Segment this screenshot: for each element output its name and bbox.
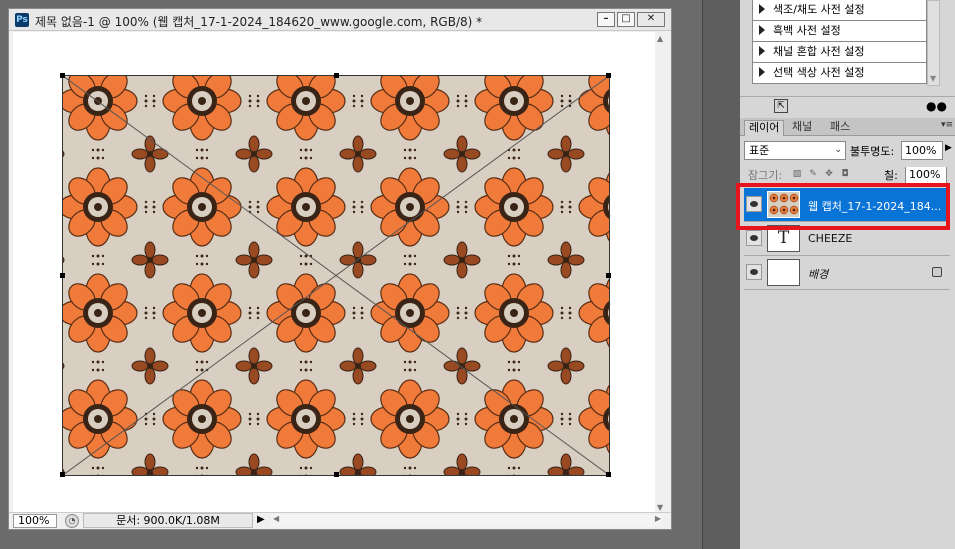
- window-controls: – □ ✕: [597, 12, 665, 27]
- annotation-highlight-box: [736, 183, 950, 230]
- transform-handle-tr[interactable]: [606, 73, 611, 78]
- status-menu-arrow-icon[interactable]: ▶: [257, 514, 265, 525]
- opacity-slider-arrow-icon[interactable]: ▶: [945, 143, 952, 153]
- visibility-eye-icon[interactable]: [746, 264, 762, 280]
- transform-handle-tl[interactable]: [60, 73, 65, 78]
- document-titlebar[interactable]: Ps 제목 없음-1 @ 100% (웹 캡처_17-1-2024_184620…: [9, 9, 671, 31]
- preset-label: 색조/채도 사전 설정: [773, 3, 865, 16]
- tab-layers[interactable]: 레이어: [744, 120, 785, 136]
- preset-list: 색조/채도 사전 설정 흑백 사전 설정 채널 혼합 사전 설정 선택 색상 사…: [752, 0, 927, 84]
- transform-handle-mr[interactable]: [606, 273, 611, 278]
- photoshop-logo-icon: Ps: [15, 13, 29, 27]
- lock-pixels-icon[interactable]: ✎: [808, 169, 818, 179]
- status-options-icon[interactable]: ◔: [65, 514, 79, 528]
- lock-icon: [932, 267, 942, 277]
- preset-item[interactable]: 선택 색상 사전 설정: [752, 63, 927, 84]
- chevron-down-icon: ⌄: [834, 145, 842, 155]
- scroll-down-icon[interactable]: ▼: [657, 503, 663, 512]
- lock-row: 잠그기: ▧ ✎ ✥ ◘ 칠: 100%: [744, 167, 953, 183]
- zoom-field[interactable]: 100%: [13, 514, 57, 528]
- adjustments-panel: 색조/채도 사전 설정 흑백 사전 설정 채널 혼합 사전 설정 선택 색상 사…: [740, 0, 955, 118]
- expand-triangle-icon[interactable]: [759, 46, 765, 56]
- document-size-info: 문서: 900.0K/1.08M: [83, 513, 253, 528]
- preset-item[interactable]: 채널 혼합 사전 설정: [752, 42, 927, 63]
- blend-mode-value: 표준: [749, 144, 770, 157]
- horizontal-scrollbar[interactable]: ◀ ▶: [271, 514, 663, 527]
- expand-triangle-icon[interactable]: [759, 4, 765, 14]
- preset-label: 채널 혼합 사전 설정: [773, 45, 865, 58]
- vertical-scrollbar[interactable]: ▲ ▼: [655, 32, 669, 514]
- layer-row-background[interactable]: 배경: [744, 256, 950, 290]
- lock-label: 잠그기:: [748, 169, 783, 182]
- blend-mode-select[interactable]: 표준 ⌄: [744, 141, 846, 160]
- document-title: 제목 없음-1 @ 100% (웹 캡처_17-1-2024_184620_ww…: [35, 15, 483, 29]
- minimize-button[interactable]: –: [597, 12, 615, 27]
- return-to-list-icon[interactable]: ⇱: [774, 99, 788, 113]
- panel-tabs: 레이어 채널 패스 ▾≡: [740, 118, 955, 136]
- tab-channels[interactable]: 채널: [788, 120, 816, 136]
- canvas-area[interactable]: [13, 32, 656, 514]
- scroll-left-icon[interactable]: ◀: [273, 514, 279, 523]
- lock-position-icon[interactable]: ✥: [824, 169, 834, 179]
- pattern-layer-image[interactable]: [60, 73, 611, 477]
- panel-menu-icon[interactable]: ▾≡: [941, 120, 953, 130]
- background-thumbnail: [767, 259, 800, 286]
- preset-item[interactable]: 색조/채도 사전 설정: [752, 0, 927, 21]
- transform-handle-br[interactable]: [606, 472, 611, 477]
- layer-name[interactable]: 배경: [808, 266, 828, 282]
- fill-field[interactable]: 100%: [905, 167, 947, 183]
- preset-label: 흑백 사전 설정: [773, 24, 841, 37]
- preset-scrollbar[interactable]: ▼: [927, 0, 940, 86]
- expand-triangle-icon[interactable]: [759, 25, 765, 35]
- status-bar: 100% ◔ 문서: 900.0K/1.08M ▶ ◀ ▶: [9, 512, 671, 529]
- clip-layer-icon[interactable]: ●●: [926, 99, 948, 113]
- panel-gutter: [702, 0, 740, 549]
- scroll-right-icon[interactable]: ▶: [655, 514, 661, 523]
- scroll-up-icon[interactable]: ▲: [657, 34, 663, 43]
- fill-label: 칠:: [884, 169, 898, 182]
- layer-name[interactable]: CHEEZE: [808, 232, 852, 245]
- adjustments-footer: ⇱ ●●: [740, 96, 955, 116]
- pattern-image: [62, 75, 610, 476]
- expand-triangle-icon[interactable]: [759, 67, 765, 77]
- opacity-label: 불투명도:: [850, 145, 895, 158]
- tab-paths[interactable]: 패스: [826, 120, 854, 136]
- transform-handle-bl[interactable]: [60, 472, 65, 477]
- transform-handle-bc[interactable]: [334, 472, 339, 477]
- lock-all-icon[interactable]: ◘: [840, 169, 850, 179]
- document-window: Ps 제목 없음-1 @ 100% (웹 캡처_17-1-2024_184620…: [8, 8, 672, 530]
- preset-label: 선택 색상 사전 설정: [773, 66, 865, 79]
- lock-transparency-icon[interactable]: ▧: [792, 169, 802, 179]
- transform-handle-ml[interactable]: [60, 273, 65, 278]
- preset-item[interactable]: 흑백 사전 설정: [752, 21, 927, 42]
- transform-handle-tc[interactable]: [334, 73, 339, 78]
- restore-button[interactable]: □: [617, 12, 635, 27]
- close-button[interactable]: ✕: [637, 12, 665, 27]
- scroll-down-icon[interactable]: ▼: [930, 74, 936, 83]
- visibility-eye-icon[interactable]: [746, 230, 762, 246]
- opacity-field[interactable]: 100%: [901, 141, 943, 160]
